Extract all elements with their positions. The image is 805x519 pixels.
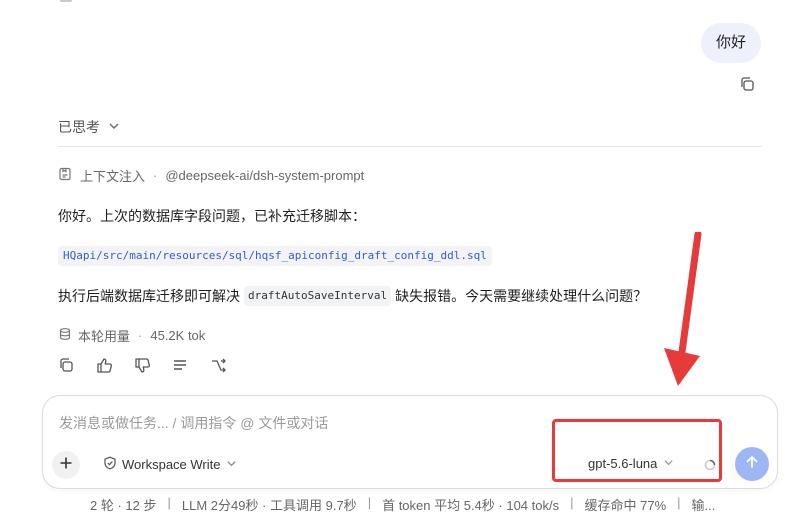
status-separator: | [367,495,372,510]
status-truncated: 输... [691,498,716,513]
separator-dot: · [153,168,158,183]
plus-icon [59,456,73,475]
send-button[interactable] [735,447,769,481]
status-separator: | [570,495,574,510]
list-icon[interactable] [171,356,189,374]
reply-line-3-after: 缺失报错。今天需要继续处理什么问题？ [395,288,648,304]
usage-row: 本轮用量 · 45.2K tok [58,326,205,345]
reply-line-3-before: 执行后端数据库迁移即可解决 [58,288,240,304]
thought-label: 已思考 [58,119,100,135]
context-icon [58,167,72,184]
scroll-remnant [60,0,72,2]
annotation-highlight-box [552,419,722,482]
usage-label: 本轮用量 [78,329,131,344]
status-steps: 2 轮 · 12 步 [90,498,157,513]
message-actions [57,356,227,374]
context-injection-row: 上下文注入 · @deepseek-ai/dsh-system-prompt [58,166,364,185]
chat-page: 你好 已思考 上下文注入 · @deepseek-ai/dsh-system-p… [0,0,805,519]
status-separator: | [677,495,681,510]
arrow-up-icon [744,454,760,475]
divider [58,146,762,147]
separator-dot: · [138,328,143,343]
workspace-mode-label: Workspace Write [122,457,221,472]
copy-icon[interactable] [739,76,755,92]
add-attachment-button[interactable] [52,451,80,479]
annotation-arrow [664,232,702,386]
user-message-bubble: 你好 [700,23,761,63]
chevron-down-icon [108,119,120,135]
database-icon [58,327,72,344]
reply-inline-code: draftAutoSaveInterval [244,286,392,306]
chevron-down-icon [226,457,237,472]
copy-icon[interactable] [57,356,75,374]
usage-value: 45.2K tok [150,328,206,343]
context-source: @deepseek-ai/dsh-system-prompt [165,168,365,183]
reply-file-path: HQapi/src/main/resources/sql/hqsf_apicon… [58,246,492,266]
status-cache: 缓存命中 77% [584,498,667,513]
context-label: 上下文注入 [80,169,146,184]
status-separator: | [167,495,171,510]
status-bar: 2 轮 · 12 步 | LLM 2分49秒 · 工具调用 9.7秒 | 首 t… [90,495,715,514]
branch-icon[interactable] [209,356,227,374]
thumb-up-icon[interactable] [95,356,113,374]
thumb-down-icon[interactable] [133,356,151,374]
reply-line-1: 你好。上次的数据库字段问题，已补充迁移脚本： [58,208,366,224]
status-llm-time: LLM 2分49秒 · 工具调用 9.7秒 [181,498,357,513]
workspace-mode-selector[interactable]: Workspace Write [103,456,237,473]
message-input[interactable]: 发消息或做任务... / 调用指令 @ 文件或对话 [59,413,328,433]
reply-line-3: 执行后端数据库迁移即可解决 draftAutoSaveInterval 缺失报错… [58,286,647,306]
shield-icon [103,456,117,473]
status-first-token: 首 token 平均 5.4秒 · 104 tok/s [382,498,560,513]
thought-toggle[interactable]: 已思考 [58,117,120,137]
